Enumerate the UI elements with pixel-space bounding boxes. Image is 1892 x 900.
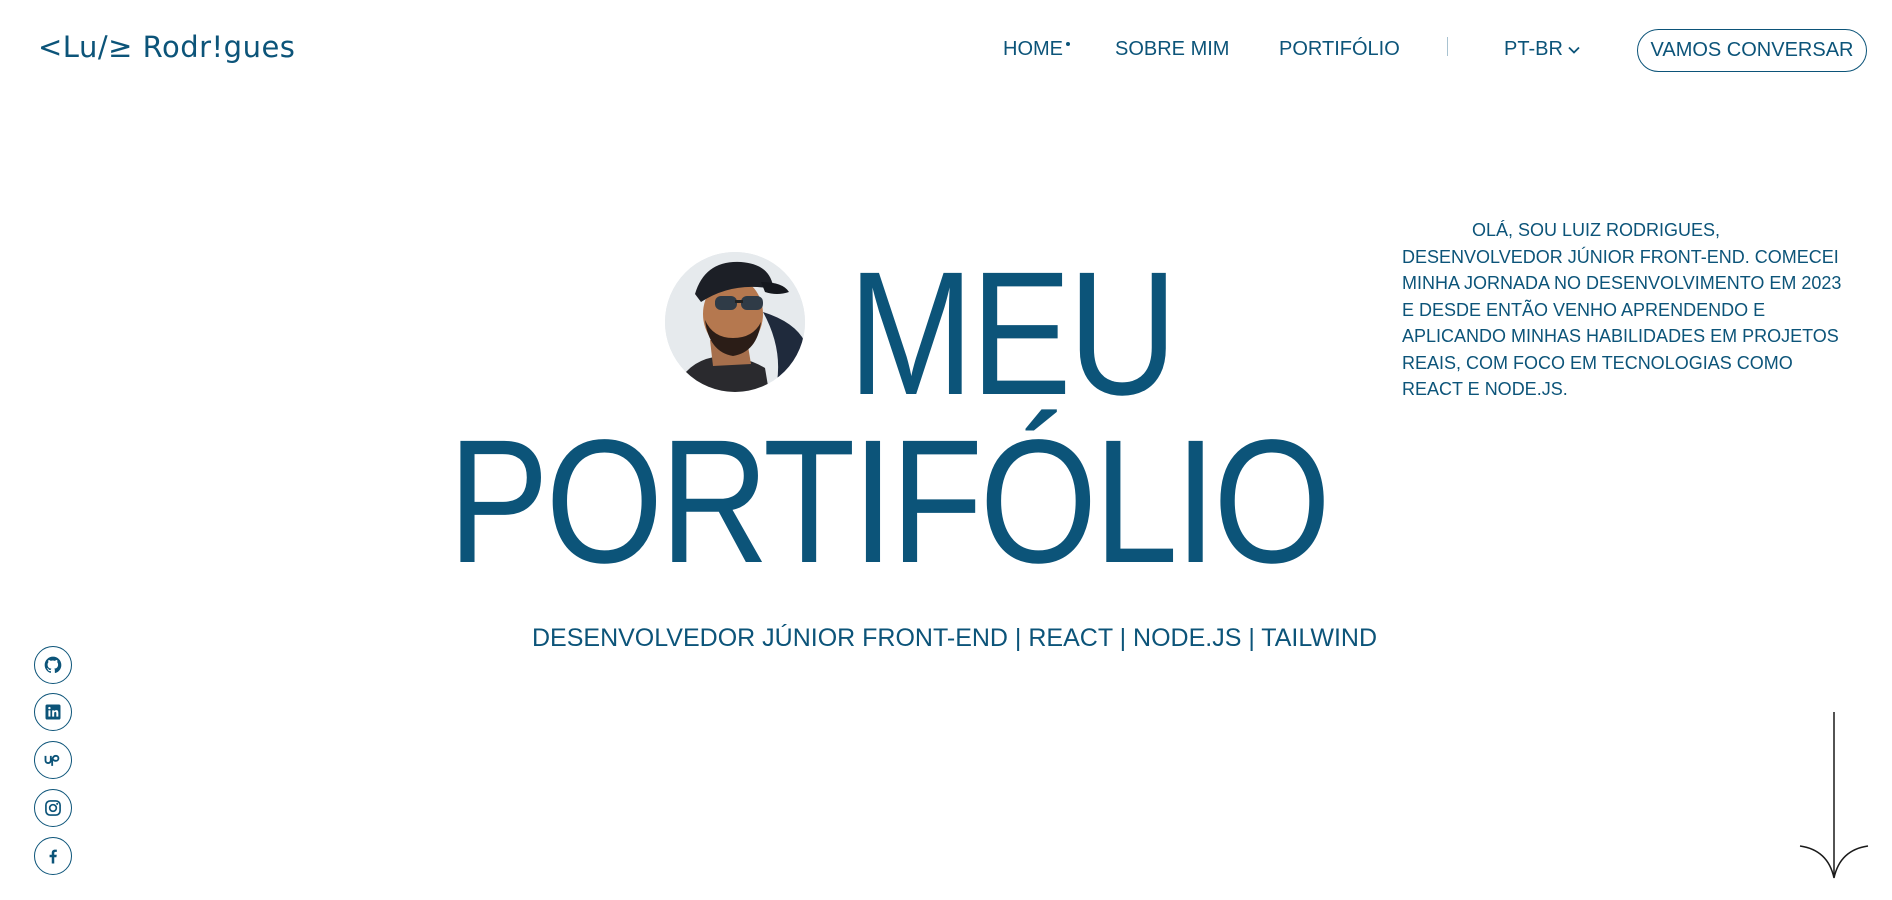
linkedin-icon [45, 704, 61, 720]
language-selector[interactable]: PT-BR [1504, 38, 1581, 61]
facebook-icon [49, 849, 57, 864]
hero-subtitle: DESENVOLVEDOR JÚNIOR FRONT-END | REACT |… [532, 624, 1378, 652]
avatar [665, 252, 805, 392]
nav-portifolio[interactable]: PORTIFÓLIO [1279, 38, 1400, 61]
linkedin-link[interactable] [34, 693, 72, 731]
about-text: OLÁ, SOU LUIZ RODRIGUES, DESENVOLVEDOR J… [1402, 220, 1842, 399]
language-label: PT-BR [1504, 38, 1563, 60]
instagram-icon [45, 800, 61, 816]
upwork-link[interactable] [34, 741, 72, 779]
active-indicator [1066, 42, 1070, 46]
github-link[interactable] [34, 646, 72, 684]
nav-sobre-mim[interactable]: SOBRE MIM [1115, 38, 1229, 61]
instagram-link[interactable] [34, 789, 72, 827]
upwork-icon [44, 754, 60, 766]
contact-button[interactable]: VAMOS CONVERSAR [1637, 29, 1867, 72]
site-logo[interactable]: <Lu/≥ Rodr!gues [38, 30, 295, 64]
hero-title-line-2: PORTIFÓLIO [448, 404, 1331, 600]
facebook-link[interactable] [34, 837, 72, 875]
chevron-down-icon [1568, 46, 1580, 54]
github-icon [44, 656, 62, 674]
scroll-down-arrow-icon[interactable] [1798, 712, 1870, 882]
nav-divider [1447, 37, 1448, 56]
nav-home[interactable]: HOME [1003, 38, 1063, 61]
hero-title-line-1: MEU [848, 236, 1177, 432]
